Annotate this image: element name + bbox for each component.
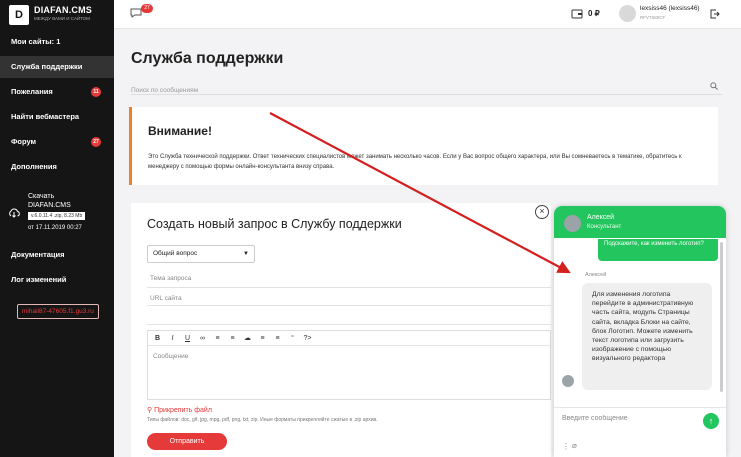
operator-name: Алексей <box>587 214 615 221</box>
download-title: Скачать DIAFAN.CMS <box>28 193 71 209</box>
download-date: от 17.11.2019 00:27 <box>28 225 82 231</box>
chat-message-input[interactable] <box>562 415 692 422</box>
list-number-button[interactable]: ≡ <box>227 333 238 344</box>
forum-badge: 27 <box>91 137 101 147</box>
topic-underline <box>147 287 551 288</box>
new-request-form: Создать новый запрос в Службу поддержки … <box>131 203 551 457</box>
operator-avatar <box>564 215 581 232</box>
italic-button[interactable]: I <box>167 333 178 344</box>
search-bar <box>131 79 722 95</box>
new-request-title: Создать новый запрос в Службу поддержки <box>147 217 402 231</box>
url-value[interactable]: mihail87-47605.f1.gu3.ru <box>17 304 99 319</box>
list-bullet-button[interactable]: ≡ <box>212 333 223 344</box>
chevron-down-icon: ▼ <box>243 251 249 257</box>
avatar[interactable] <box>619 5 636 22</box>
underline-button[interactable]: U <box>182 333 193 344</box>
page-title: Служба поддержки <box>131 50 284 67</box>
user-message: Подскажите, как изменить логотип? <box>598 239 718 261</box>
align-left-button[interactable]: ≡ <box>257 333 268 344</box>
category-select[interactable]: Общий вопрос ▼ <box>147 245 255 263</box>
message-avatar <box>562 375 574 387</box>
chat-header: Алексей Консультант <box>554 206 726 238</box>
top-bar: 27 0 ₽ lexsiss46 (lexsiss46) RFVT680CF <box>114 0 741 29</box>
user-id: RFVT680CF <box>640 15 666 20</box>
attach-file-link[interactable]: ⚲ Прикрепить файл <box>147 406 212 414</box>
attach-icon[interactable]: ⌀ <box>572 441 577 450</box>
search-input[interactable] <box>131 84 691 94</box>
sidebar-item-docs[interactable]: Документация <box>0 244 114 266</box>
topic-field[interactable]: Тема запроса <box>150 275 191 282</box>
sidebar-item-support[interactable]: Служба поддержки <box>0 56 114 78</box>
quote-button[interactable]: “ <box>287 333 298 344</box>
close-icon[interactable]: × <box>535 205 549 219</box>
logout-icon[interactable] <box>710 9 720 19</box>
logo-subtitle: МЕЖДУ ВАМИ И САЙТОМ <box>34 16 90 21</box>
notice-title: Внимание! <box>148 124 212 138</box>
balance: 0 ₽ <box>588 9 600 18</box>
sidebar-item-forum[interactable]: Форум 27 <box>0 131 114 153</box>
url-label: URL сайта <box>150 295 182 302</box>
sidebar-item-find-webmaster[interactable]: Найти вебмастера <box>0 106 114 128</box>
align-right-button[interactable]: ≡ <box>272 333 283 344</box>
notice-text: Это Служба технической поддержки. Ответ … <box>148 154 682 170</box>
attach-hint: Типы файлов: doc, gif, jpg, mpg, pdf, pn… <box>147 417 378 423</box>
cloud-download-icon <box>9 208 20 218</box>
chat-scrollbar[interactable] <box>720 242 723 392</box>
search-icon[interactable] <box>710 82 718 90</box>
sidebar-item-my-sites[interactable]: Мои сайты: 1 <box>0 31 114 53</box>
url-value-underline <box>147 324 551 325</box>
chat-badge: 27 <box>141 4 153 13</box>
message-editor[interactable]: B I U ∞ ≡ ≡ ☁ ≡ ≡ “ ?> Сообщение <box>147 330 551 400</box>
wallet-icon[interactable] <box>571 9 583 19</box>
sidebar-item-changelog[interactable]: Лог изменений <box>0 269 114 291</box>
logo-mark: D <box>9 5 29 25</box>
logo[interactable]: D DIAFAN.CMS МЕЖДУ ВАМИ И САЙТОМ <box>9 5 92 25</box>
send-button[interactable]: Отправить <box>147 433 227 450</box>
notice-box: Внимание! Это Служба технической поддерж… <box>129 107 718 185</box>
user-name[interactable]: lexsiss46 (lexsiss46) <box>640 5 700 12</box>
sidebar-item-addons[interactable]: Дополнения <box>0 156 114 178</box>
sidebar-item-wishes[interactable]: Пожелания 11 <box>0 81 114 103</box>
logo-name: DIAFAN.CMS <box>34 5 92 15</box>
message-sender: Алексей <box>585 272 607 278</box>
download-version: v.6.0.11.4 .zip, 8.23 Mb <box>28 212 86 220</box>
message-placeholder: Сообщение <box>153 353 189 360</box>
operator-message: Для изменения логотипа перейдите в админ… <box>582 283 712 390</box>
chat-divider <box>554 407 726 408</box>
editor-toolbar: B I U ∞ ≡ ≡ ☁ ≡ ≡ “ ?> <box>148 331 550 346</box>
chat-send-button[interactable]: ↑ <box>703 413 719 429</box>
wishes-badge: 11 <box>91 87 101 97</box>
bold-button[interactable]: B <box>152 333 163 344</box>
link-button[interactable]: ∞ <box>197 333 208 344</box>
operator-role: Консультант <box>587 224 622 230</box>
url-underline <box>147 305 551 306</box>
image-button[interactable]: ☁ <box>242 333 253 344</box>
sidebar: D DIAFAN.CMS МЕЖДУ ВАМИ И САЙТОМ Мои сай… <box>0 0 114 457</box>
chat-widget: Алексей Консультант Подскажите, как изме… <box>554 206 726 457</box>
code-button[interactable]: ?> <box>302 333 313 344</box>
more-icon[interactable]: ⋮ <box>562 442 570 451</box>
